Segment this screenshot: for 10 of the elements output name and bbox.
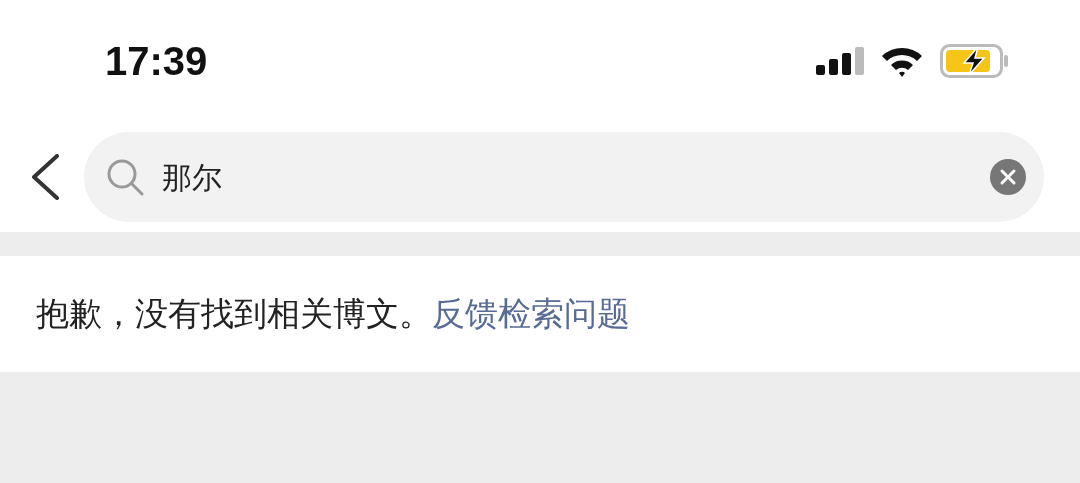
clear-icon[interactable] xyxy=(990,159,1026,195)
search-bar[interactable]: 那尔 xyxy=(84,132,1044,222)
wifi-icon xyxy=(880,45,924,77)
no-results-message: 抱歉，没有找到相关博文。反馈检索问题 xyxy=(36,294,630,334)
battery-icon xyxy=(940,44,1010,78)
signal-icon xyxy=(816,47,864,75)
feedback-link[interactable]: 反馈检索问题 xyxy=(432,294,630,334)
status-time: 17:39 xyxy=(105,38,208,85)
search-icon xyxy=(106,158,144,196)
back-icon[interactable] xyxy=(30,154,60,200)
